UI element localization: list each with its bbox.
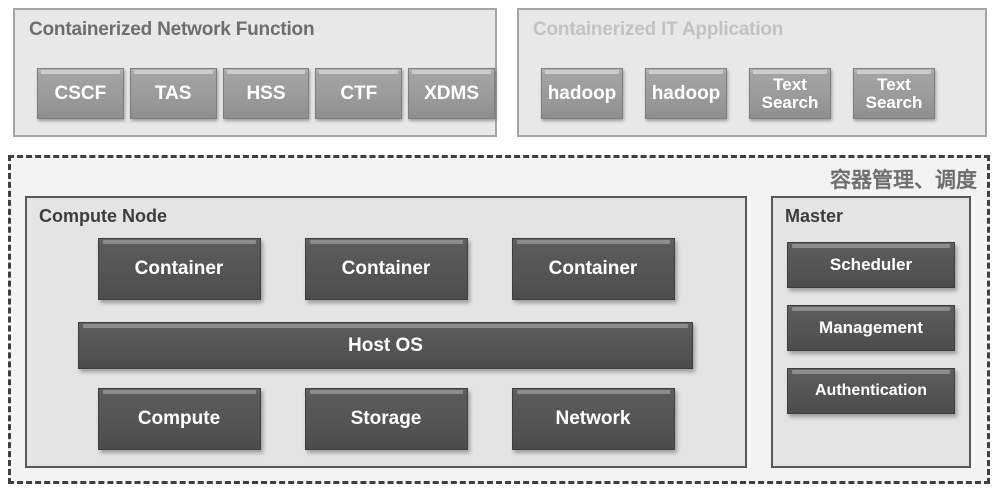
it-item-text-search-1-label-line2: Search: [761, 92, 819, 112]
host-os-row: Host OS: [78, 322, 693, 369]
container-platform-region: 容器管理、调度 Compute Node Container Container…: [8, 155, 990, 484]
nf-item-cscf[interactable]: CSCF: [37, 68, 124, 119]
master-service-scheduler-label: Scheduler: [829, 255, 913, 275]
container-3-label: Container: [548, 258, 638, 280]
containerized-network-function-panel: Containerized Network Function CSCF TAS …: [13, 8, 497, 137]
nf-item-hss[interactable]: HSS: [222, 68, 310, 119]
it-item-text-search-2-label-line2: Search: [865, 92, 923, 112]
resource-compute-label: Compute: [137, 408, 221, 430]
container-row: Container Container Container: [27, 238, 745, 300]
master-panel: Master Scheduler Management Authenticati…: [771, 196, 971, 468]
panel-title-it-application: Containerized IT Application: [533, 19, 784, 40]
it-application-button-row: hadoop hadoop Text Search Text Search: [541, 68, 985, 119]
master-service-management-label: Management: [819, 318, 923, 338]
it-item-text-search-2[interactable]: Text Search: [853, 68, 935, 119]
nf-item-hss-label: HSS: [246, 82, 286, 104]
container-1[interactable]: Container: [97, 238, 261, 300]
nf-item-tas-label: TAS: [154, 82, 192, 104]
nf-item-cscf-label: CSCF: [54, 82, 107, 104]
it-item-hadoop-2[interactable]: hadoop: [645, 68, 727, 119]
it-item-text-search-1[interactable]: Text Search: [749, 68, 831, 119]
network-function-button-row: CSCF TAS HSS CTF XDMS: [37, 68, 495, 119]
master-service-authentication[interactable]: Authentication: [787, 368, 955, 414]
container-1-label: Container: [134, 258, 224, 280]
host-os-label: Host OS: [348, 334, 423, 356]
resource-storage[interactable]: Storage: [304, 388, 468, 450]
nf-item-xdms[interactable]: XDMS: [408, 68, 495, 119]
resource-row: Compute Storage Network: [27, 388, 745, 450]
containerized-it-application-panel: Containerized IT Application hadoop hado…: [517, 8, 987, 137]
nf-item-tas[interactable]: TAS: [129, 68, 217, 119]
compute-node-title: Compute Node: [39, 206, 167, 226]
it-item-text-search-2-label-line1: Text: [877, 74, 911, 94]
container-2[interactable]: Container: [304, 238, 468, 300]
nf-item-ctf-label: CTF: [340, 82, 378, 104]
master-title: Master: [785, 206, 844, 226]
it-item-text-search-1-label-line1: Text: [773, 74, 807, 94]
master-service-scheduler[interactable]: Scheduler: [787, 242, 955, 288]
nf-item-xdms-label: XDMS: [424, 82, 480, 104]
panel-title-network-function: Containerized Network Function: [29, 19, 315, 40]
compute-node-panel: Compute Node Container Container Contain…: [25, 196, 747, 468]
master-service-authentication-label: Authentication: [815, 381, 927, 399]
host-os-bar[interactable]: Host OS: [78, 322, 693, 369]
master-service-management[interactable]: Management: [787, 305, 955, 351]
it-item-hadoop-1[interactable]: hadoop: [541, 68, 623, 119]
resource-network-label: Network: [555, 408, 631, 430]
resource-network[interactable]: Network: [511, 388, 675, 450]
platform-label: 容器管理、调度: [830, 168, 977, 192]
it-item-hadoop-1-label: hadoop: [547, 82, 617, 104]
it-item-hadoop-2-label: hadoop: [651, 82, 721, 104]
container-2-label: Container: [341, 258, 431, 280]
resource-compute[interactable]: Compute: [97, 388, 261, 450]
nf-item-ctf[interactable]: CTF: [315, 68, 403, 119]
container-3[interactable]: Container: [511, 238, 675, 300]
resource-storage-label: Storage: [350, 408, 422, 430]
